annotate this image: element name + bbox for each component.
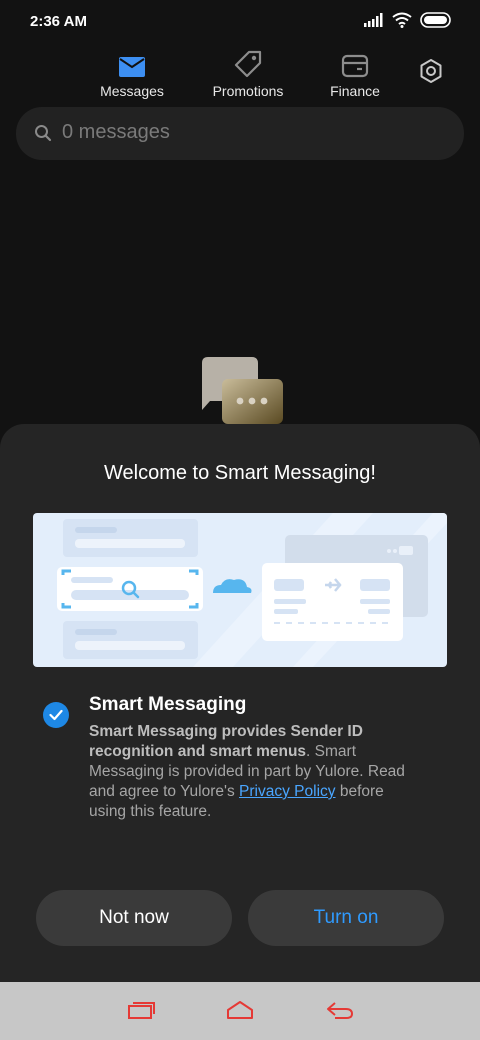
tab-finance-label: Finance <box>330 83 380 99</box>
tab-messages-label: Messages <box>100 83 164 99</box>
recent-apps-icon[interactable] <box>127 1000 155 1020</box>
agree-checkbox[interactable] <box>43 702 69 728</box>
smart-messaging-illustration <box>33 513 447 667</box>
dialog-title: Welcome to Smart Messaging! <box>104 462 376 484</box>
tab-bar: Messages Promotions Finance <box>0 44 480 104</box>
privacy-policy-link[interactable]: Privacy Policy <box>239 783 335 800</box>
feature-title: Smart Messaging <box>89 694 247 715</box>
tab-promotions-label: Promotions <box>212 83 284 99</box>
home-icon[interactable] <box>225 1000 255 1020</box>
wallet-icon <box>341 54 369 78</box>
tab-finance[interactable]: Finance <box>295 44 415 99</box>
tab-messages[interactable]: Messages <box>72 44 192 99</box>
search-icon <box>35 125 52 142</box>
envelope-icon <box>119 57 145 77</box>
chat-bubbles-icon <box>202 357 283 424</box>
status-time: 2:36 AM <box>30 13 87 30</box>
search-bar[interactable]: 0 messages <box>16 107 464 160</box>
system-nav-bar <box>0 982 480 1040</box>
feature-description: Smart Messaging provides Sender ID recog… <box>89 722 424 822</box>
status-bar: 2:36 AM <box>0 0 480 44</box>
turn-on-button[interactable]: Turn on <box>248 890 444 946</box>
checkmark-icon <box>49 709 63 721</box>
tag-icon <box>234 50 262 78</box>
back-icon[interactable] <box>325 1000 355 1020</box>
status-icons <box>364 12 452 28</box>
settings-button[interactable] <box>418 58 444 89</box>
not-now-button[interactable]: Not now <box>36 890 232 946</box>
wifi-icon <box>392 12 412 28</box>
gear-icon <box>420 59 442 83</box>
signal-icon <box>364 13 383 27</box>
search-placeholder: 0 messages <box>62 121 170 143</box>
battery-icon <box>420 12 451 28</box>
tab-promotions[interactable]: Promotions <box>188 44 308 99</box>
smart-messaging-dialog: Welcome to Smart Messaging! Smart Messag… <box>0 424 480 982</box>
